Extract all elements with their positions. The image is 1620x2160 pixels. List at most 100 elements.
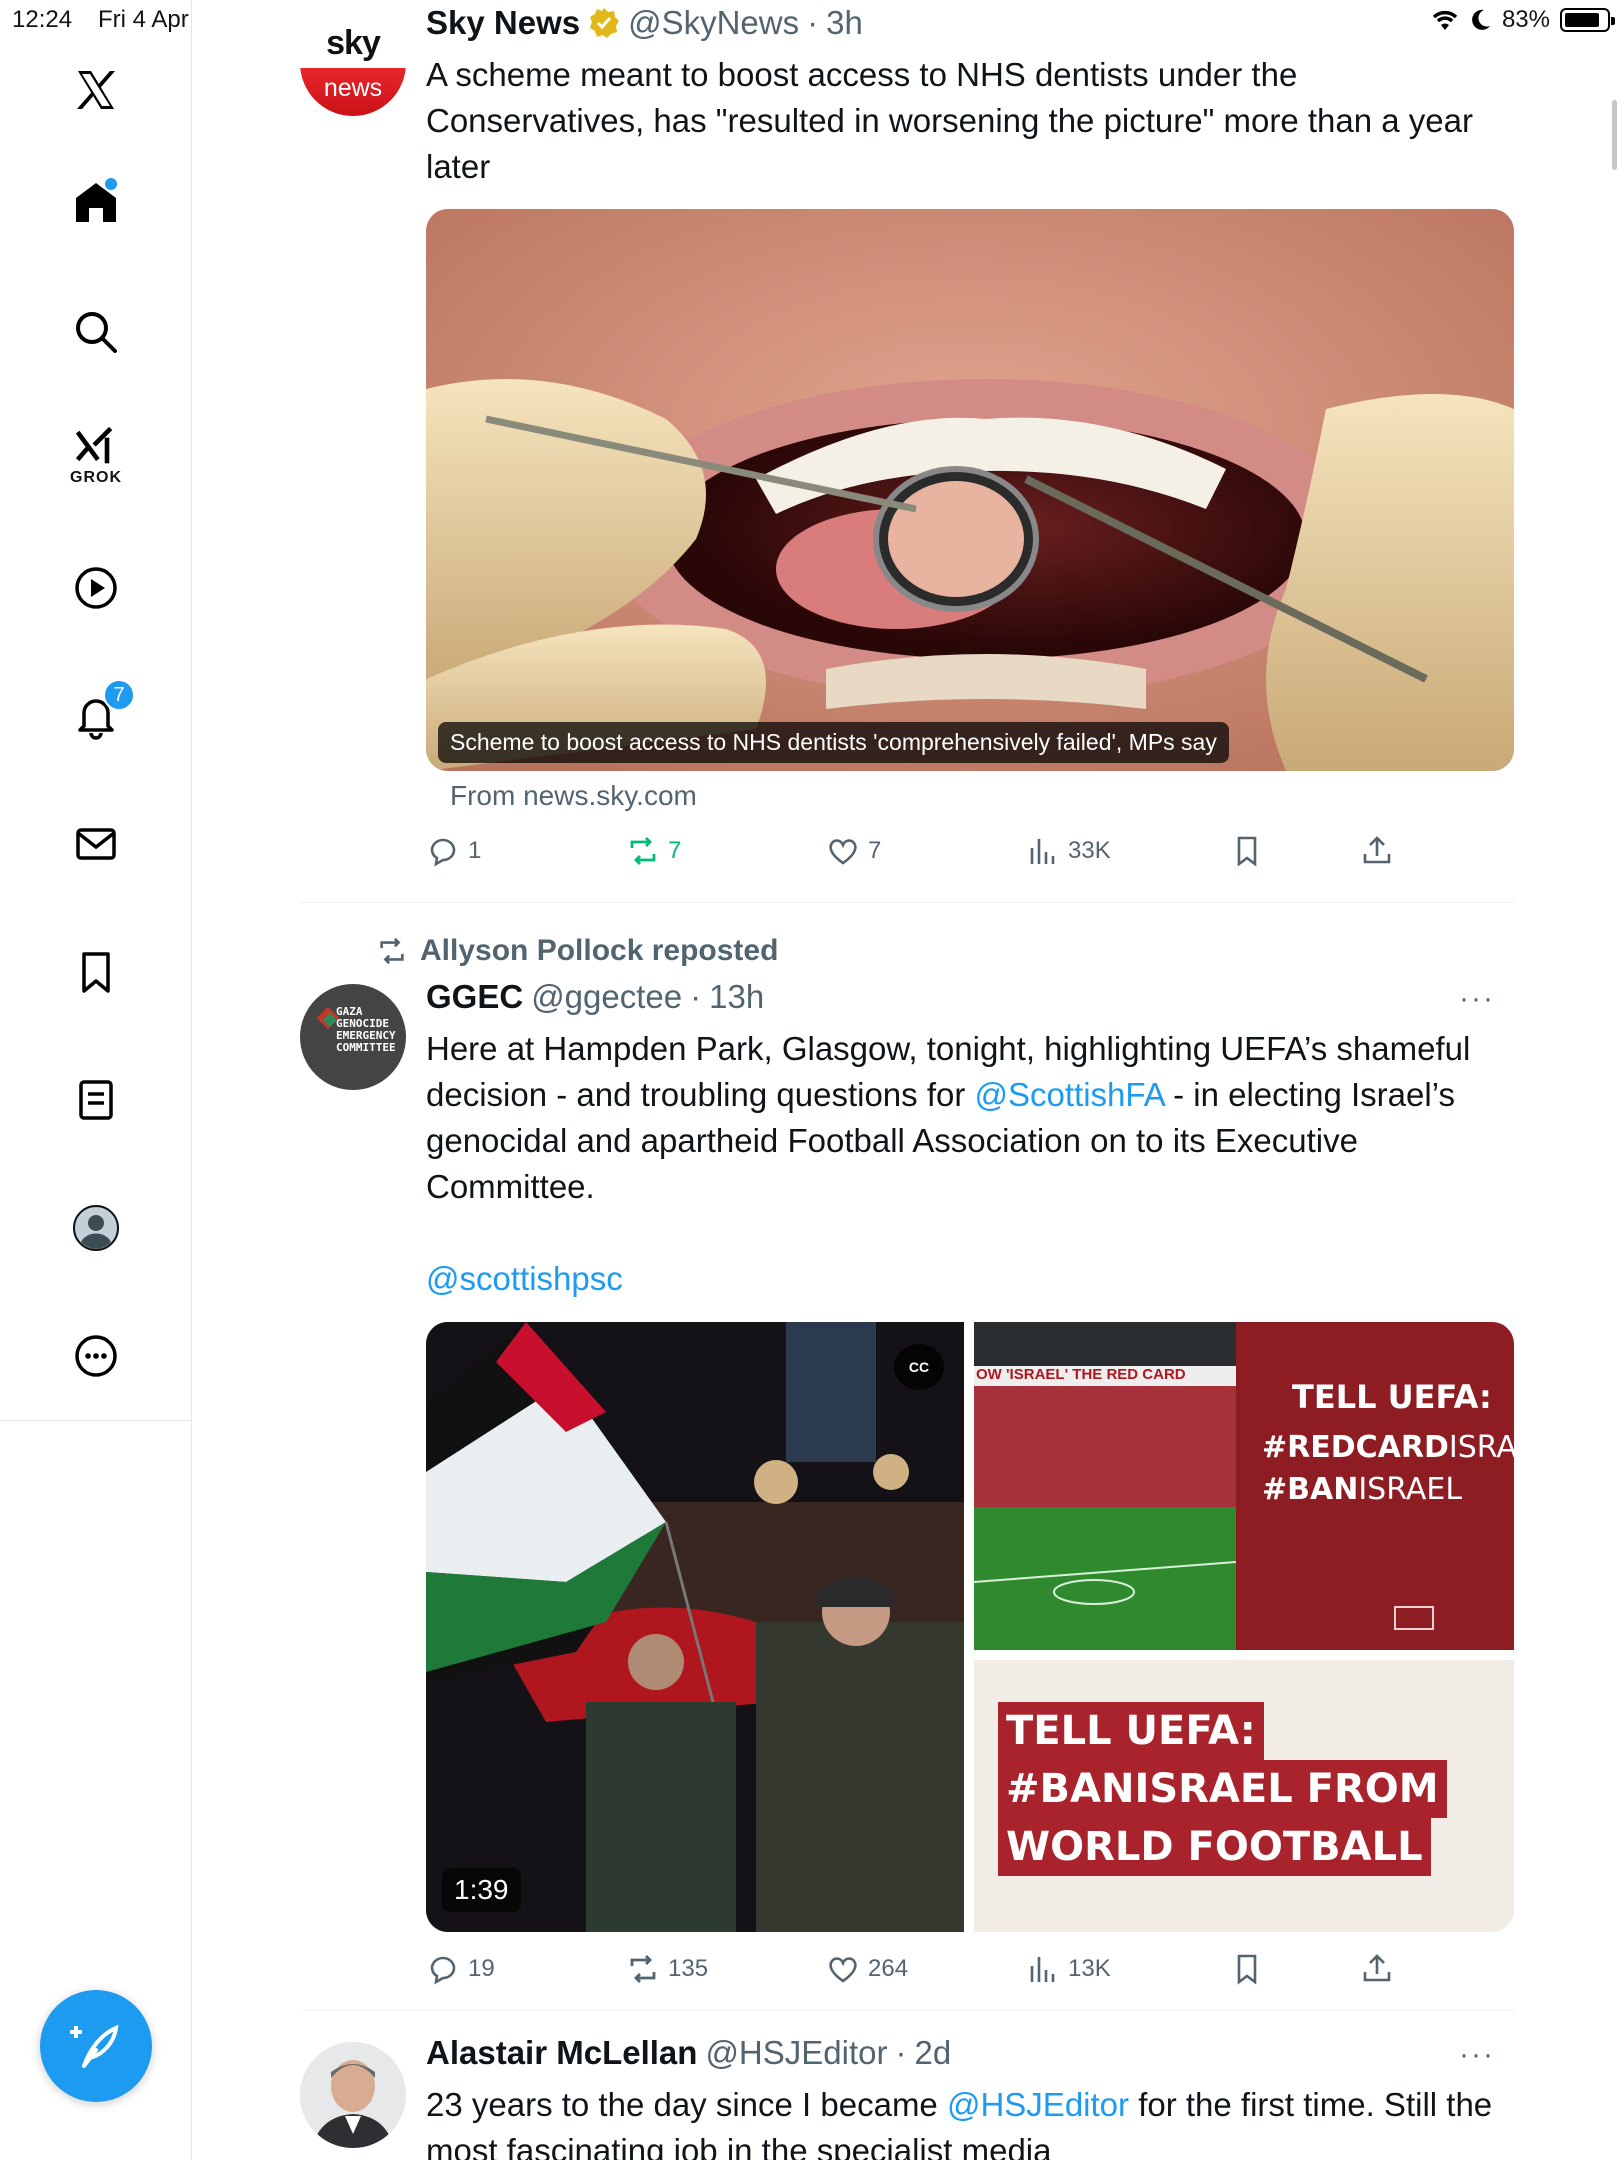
grok-icon bbox=[75, 426, 113, 464]
author-name[interactable]: Alastair McLellan bbox=[426, 2034, 697, 2072]
like-button[interactable]: 7 bbox=[826, 834, 881, 868]
views-button[interactable]: 33K bbox=[1026, 834, 1111, 868]
reply-count: 19 bbox=[468, 1955, 495, 1982]
repost-icon bbox=[630, 837, 656, 865]
search-icon bbox=[76, 312, 117, 353]
author-name[interactable]: Sky News bbox=[426, 4, 580, 42]
logo-line: COMMITTEE bbox=[336, 1041, 396, 1054]
author-handle[interactable]: @SkyNews bbox=[628, 4, 799, 42]
author-handle[interactable]: @ggectee bbox=[531, 978, 682, 1016]
more-circle-icon bbox=[75, 1335, 117, 1377]
home-unread-dot bbox=[105, 178, 117, 190]
video-player[interactable]: CC 1:39 bbox=[426, 1322, 964, 1932]
nav-video[interactable] bbox=[56, 548, 136, 628]
tweet-alastair-mclellan[interactable]: Alastair McLellan @HSJEditor · 2d ··· 23… bbox=[300, 2030, 1515, 2160]
nav-home[interactable] bbox=[56, 162, 136, 242]
views-chart-icon bbox=[1030, 1957, 1055, 1982]
link-card-source[interactable]: From news.sky.com bbox=[450, 780, 697, 812]
hashtag-rest: ISRAEL bbox=[1358, 1472, 1463, 1507]
reply-button[interactable]: 19 bbox=[426, 1952, 495, 1986]
notification-badge: 7 bbox=[103, 679, 135, 711]
tweet-time[interactable]: 13h bbox=[709, 978, 764, 1016]
bookmark-icon bbox=[82, 952, 110, 993]
closed-captions-button[interactable]: CC bbox=[894, 1344, 944, 1390]
media-grid: CC 1:39 OW 'ISRAEL' THE RED CARD TELL UE… bbox=[426, 1322, 1514, 1932]
repost-button[interactable]: 7 bbox=[626, 834, 681, 868]
nav-grok[interactable]: GROK bbox=[56, 415, 136, 495]
tweet-text: Here at Hampden Park, Glasgow, tonight, … bbox=[426, 1026, 1516, 1210]
tweet-header: GGEC @ggectee · 13h bbox=[426, 978, 764, 1016]
hashtag-bold: #BAN bbox=[1262, 1472, 1359, 1507]
play-icon bbox=[75, 567, 117, 609]
tweet-actions: 19 135 264 13K bbox=[426, 1952, 1426, 1996]
bookmark-button[interactable] bbox=[1230, 834, 1264, 868]
dot-separator: · bbox=[807, 4, 819, 41]
like-count: 264 bbox=[868, 1955, 909, 1982]
tweet-time[interactable]: 2d bbox=[915, 2034, 952, 2072]
hashtag-rest: ISRAEL bbox=[1448, 1430, 1514, 1465]
video-duration: 1:39 bbox=[442, 1868, 521, 1912]
link-card-caption: Scheme to boost access to NHS dentists '… bbox=[438, 722, 1229, 763]
repost-button[interactable]: 135 bbox=[626, 1952, 708, 1986]
protest-video-frame bbox=[426, 1322, 964, 1932]
psc-logo-icon bbox=[1394, 1606, 1434, 1630]
panel-hashtag-ban: #BANISRAEL bbox=[1262, 1472, 1462, 1507]
author-name[interactable]: GGEC bbox=[426, 978, 523, 1016]
nav-notifications[interactable]: 7 bbox=[56, 676, 136, 756]
nav-bookmarks[interactable] bbox=[56, 932, 136, 1012]
views-chart-icon bbox=[1030, 839, 1055, 864]
dot-separator: · bbox=[895, 2034, 907, 2071]
image-redcard-stadium[interactable]: OW 'ISRAEL' THE RED CARD TELL UEFA: #RED… bbox=[974, 1322, 1514, 1650]
scrollbar[interactable] bbox=[1612, 100, 1617, 170]
like-count: 7 bbox=[868, 837, 882, 864]
repost-icon bbox=[630, 1955, 656, 1983]
x-logo-icon bbox=[77, 71, 115, 109]
image-tell-uefa[interactable]: TELL UEFA: #BANISRAEL FROM WORLD FOOTBAL… bbox=[974, 1660, 1514, 1932]
reply-button[interactable]: 1 bbox=[426, 834, 481, 868]
link-card-image[interactable]: Scheme to boost access to NHS dentists '… bbox=[426, 209, 1514, 771]
reposted-by[interactable]: Allyson Pollock reposted bbox=[420, 934, 778, 968]
author-handle[interactable]: @HSJEditor bbox=[705, 2034, 887, 2072]
nav-explore[interactable] bbox=[56, 292, 136, 372]
x-logo[interactable] bbox=[56, 50, 136, 130]
share-button[interactable] bbox=[1360, 834, 1394, 868]
repost-small-icon bbox=[380, 937, 404, 965]
nav-messages[interactable] bbox=[56, 804, 136, 884]
tweet-time[interactable]: 3h bbox=[826, 4, 863, 42]
nav-more[interactable] bbox=[56, 1316, 136, 1396]
mail-icon bbox=[76, 828, 116, 860]
bookmark-icon bbox=[1237, 1954, 1257, 1985]
nav-lists[interactable] bbox=[56, 1060, 136, 1140]
repost-indicator: Allyson Pollock reposted bbox=[376, 934, 778, 968]
share-button[interactable] bbox=[1360, 1952, 1394, 1986]
tweet-header: Alastair McLellan @HSJEditor · 2d bbox=[426, 2034, 951, 2072]
dental-photo-illustration bbox=[426, 209, 1514, 771]
compose-feather-icon bbox=[70, 2024, 119, 2068]
profile-avatar-icon bbox=[73, 1205, 119, 1251]
mention-link[interactable]: @ScottishFA bbox=[975, 1076, 1164, 1113]
mention-link[interactable]: @scottishpsc bbox=[426, 1260, 623, 1297]
heart-icon bbox=[829, 839, 857, 865]
avatar-ggec[interactable]: GAZA GENOCIDE EMERGENCY COMMITTEE bbox=[300, 984, 406, 1090]
banner-strip: OW 'ISRAEL' THE RED CARD bbox=[974, 1366, 1236, 1386]
compose-button[interactable] bbox=[40, 1990, 152, 2102]
bookmark-button[interactable] bbox=[1230, 1952, 1264, 1986]
reply-icon bbox=[430, 1956, 456, 1985]
avatar-sky-news[interactable]: sky news bbox=[300, 10, 406, 116]
views-button[interactable]: 13K bbox=[1026, 1952, 1111, 1986]
verified-gold-badge-icon bbox=[590, 8, 620, 38]
avatar-alastair-mclellan[interactable] bbox=[300, 2042, 406, 2148]
mention-link[interactable]: @HSJEditor bbox=[947, 2086, 1129, 2123]
logo-text-sky: sky bbox=[326, 24, 381, 62]
share-icon bbox=[1363, 836, 1391, 864]
like-button[interactable]: 264 bbox=[826, 1952, 908, 1986]
share-icon bbox=[1363, 1954, 1391, 1982]
tweet-actions: 1 7 7 33K bbox=[426, 834, 1426, 878]
sidebar: GROK 7 bbox=[0, 0, 192, 2160]
nav-profile[interactable] bbox=[56, 1188, 136, 1268]
sky-news-logo: sky news bbox=[300, 10, 406, 116]
more-options-icon[interactable]: ··· bbox=[1459, 2038, 1495, 2072]
views-count: 13K bbox=[1068, 1955, 1111, 1982]
logo-text-news: news bbox=[300, 68, 406, 116]
more-options-icon[interactable]: ··· bbox=[1459, 982, 1495, 1016]
